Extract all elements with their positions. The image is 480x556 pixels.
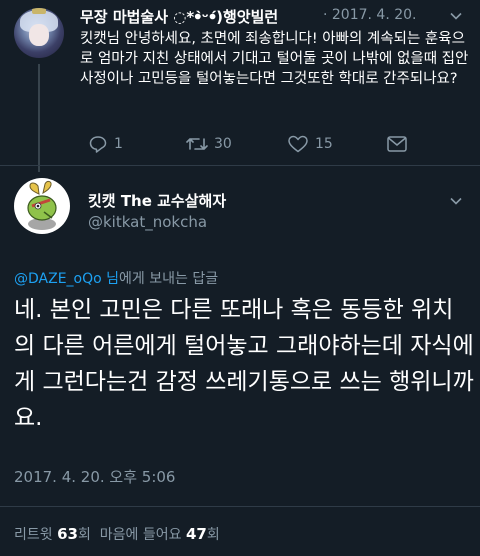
tweet1-display-name[interactable]: 무장 마법술사 ◌*ꔷ̀ᵕꔷ́)행앗빌런 xyxy=(80,6,278,27)
tweet-divider xyxy=(0,165,480,166)
direct-message-button[interactable] xyxy=(386,134,414,154)
chevron-down-icon[interactable] xyxy=(450,195,462,207)
retweet-button[interactable]: 30 xyxy=(186,134,232,154)
avatar-illustration xyxy=(27,181,57,230)
likes-count: 47 xyxy=(185,525,207,543)
dm-envelope-icon xyxy=(387,136,407,152)
tweet1-text: 킷캣님 안녕하세요, 초면에 죄송합니다! 아빠의 계속되는 훈육으로 엄마가 … xyxy=(80,31,469,87)
retweets-label: 리트윗 xyxy=(14,527,53,543)
chevron-down-icon[interactable] xyxy=(450,10,462,22)
reply-mention-link[interactable]: @DAZE_oQo 님 xyxy=(14,271,119,287)
tweet2-text: 네. 본인 고민은 다른 또래나 혹은 동등한 위치의 다른 어른에게 털어놓고… xyxy=(14,297,474,431)
avatar-crown xyxy=(32,8,46,14)
thread-connector-line xyxy=(38,64,40,172)
retweets-stat[interactable]: 리트윗 63회 xyxy=(14,525,91,543)
likes-unit: 회 xyxy=(206,527,220,543)
engagement-stats: 리트윗 63회 마음에 들어요 47회 xyxy=(14,524,220,544)
reply-suffix: 에게 보내는 답글 xyxy=(119,271,219,287)
tweet2-handle[interactable]: @kitkat_nokcha xyxy=(88,213,207,231)
reply-icon xyxy=(89,136,107,153)
avatar-tweet1[interactable] xyxy=(14,8,64,58)
reply-button[interactable]: 1 xyxy=(88,134,123,154)
heart-icon xyxy=(288,135,308,153)
tweet1-date[interactable]: · 2017. 4. 20. xyxy=(323,7,417,23)
retweets-unit: 회 xyxy=(77,527,91,543)
avatar-face xyxy=(29,24,49,46)
retweet-count: 30 xyxy=(214,136,232,152)
retweet-icon xyxy=(186,138,208,150)
like-button[interactable]: 15 xyxy=(287,134,333,154)
reply-count: 1 xyxy=(114,136,123,152)
likes-label: 마음에 들어요 xyxy=(99,527,182,543)
stats-divider xyxy=(0,506,480,507)
tweet2-display-name[interactable]: 킷캣 The 교수살해자 xyxy=(88,190,226,211)
replying-to-line: @DAZE_oQo 님에게 보내는 답글 xyxy=(14,268,218,288)
avatar-tweet2[interactable] xyxy=(14,178,70,234)
retweets-count: 63 xyxy=(57,525,78,543)
like-count: 15 xyxy=(315,136,333,152)
likes-stat[interactable]: 마음에 들어요 47회 xyxy=(99,525,220,543)
tweet2-timestamp[interactable]: 2017. 4. 20. 오후 5:06 xyxy=(14,466,175,487)
